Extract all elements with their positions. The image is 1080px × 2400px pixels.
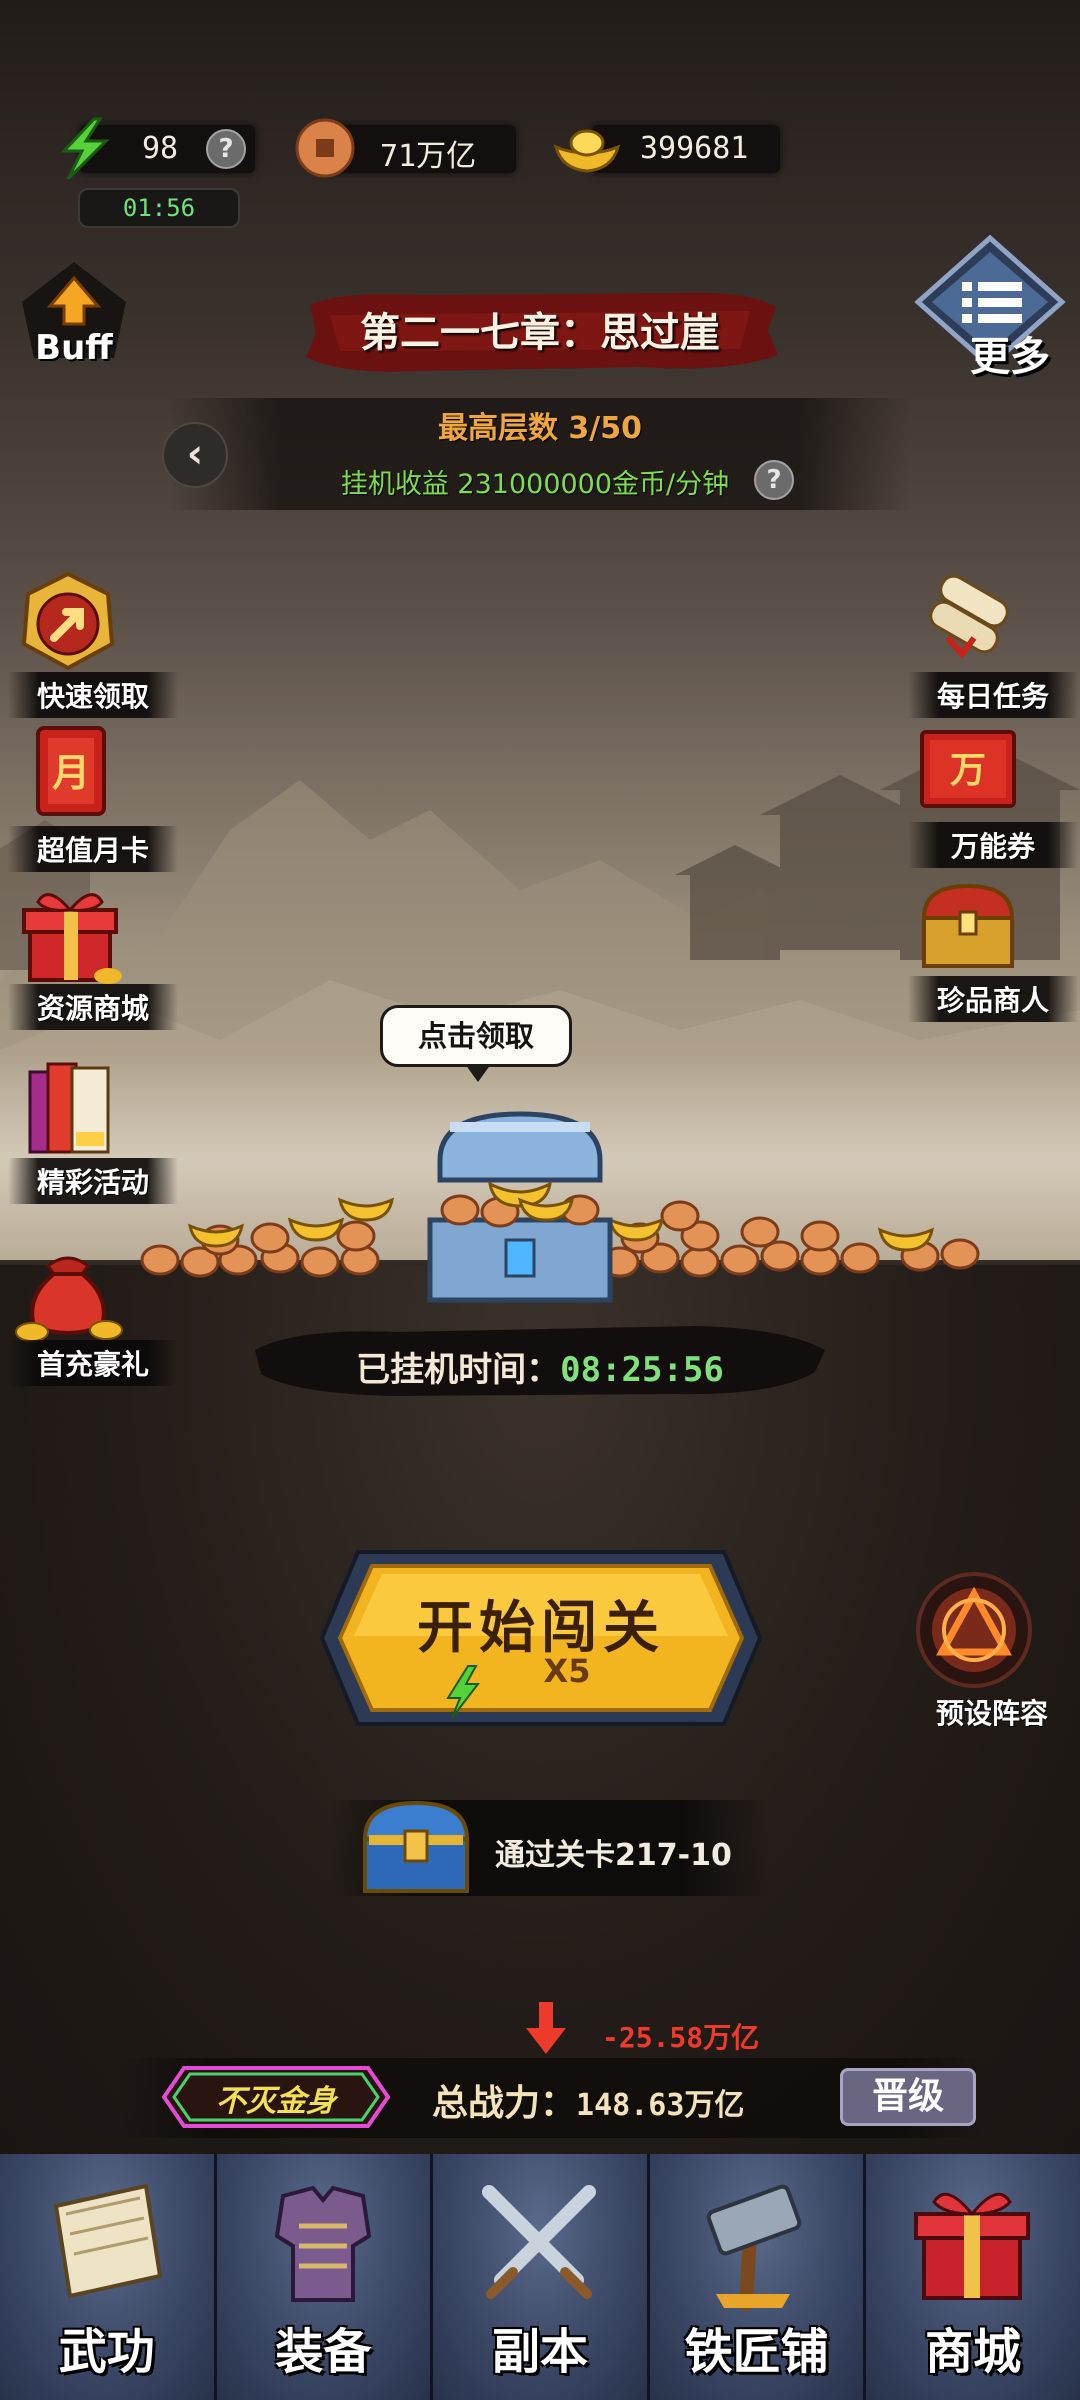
quick-claim-icon bbox=[21, 571, 115, 671]
idle-income-text: 挂机收益 231000000金币/分钟 bbox=[340, 469, 730, 500]
quick-claim-button[interactable]: 快速领取 bbox=[8, 568, 178, 718]
upgrade-button[interactable]: 晋级 bbox=[840, 2068, 976, 2126]
nav-store[interactable]: 商城 bbox=[866, 2154, 1080, 2400]
month-card-button[interactable]: 月 超值月卡 bbox=[8, 722, 178, 872]
lightning-icon bbox=[60, 117, 110, 181]
gift-box-icon bbox=[914, 2192, 1031, 2300]
buff-button[interactable]: Buff bbox=[14, 258, 134, 378]
claim-tooltip[interactable]: 点击领取 bbox=[380, 1005, 572, 1082]
preset-formation-label: 预设阵容 bbox=[935, 1697, 1048, 1730]
idle-time-label: 已挂机时间： bbox=[356, 1350, 561, 1390]
copper-value: 71万亿 bbox=[380, 139, 477, 174]
quick-claim-label: 快速领取 bbox=[8, 672, 178, 718]
nav-equipment-label: 装备 bbox=[275, 2324, 372, 2380]
month-card-glyph: 月 bbox=[52, 750, 90, 795]
gift-box-icon bbox=[22, 893, 122, 984]
more-button[interactable]: 更多 bbox=[910, 232, 1070, 392]
copper-resource: 71万亿 bbox=[292, 117, 522, 181]
formation-icon bbox=[916, 1572, 1032, 1688]
nav-blacksmith[interactable]: 铁匠铺 bbox=[649, 2154, 867, 2400]
gold-ingot-icon bbox=[553, 129, 621, 173]
buff-label: Buff bbox=[35, 328, 113, 368]
nav-blacksmith-label: 铁匠铺 bbox=[684, 2324, 829, 2380]
total-power: 总战力：148.63万亿 bbox=[432, 2074, 744, 2126]
month-card-label: 超值月卡 bbox=[8, 826, 178, 872]
gold-resource: 399681 bbox=[552, 117, 782, 181]
more-label: 更多 bbox=[970, 333, 1050, 380]
resource-store-button[interactable]: 资源商城 bbox=[8, 880, 178, 1030]
nav-martial-arts[interactable]: 武功 bbox=[0, 2154, 217, 2400]
nav-dungeon[interactable]: 副本 bbox=[433, 2154, 650, 2400]
rare-merchant-label: 珍品商人 bbox=[908, 976, 1078, 1022]
start-cost: X5 bbox=[543, 1652, 591, 1690]
voucher-button[interactable]: 万 万能券 bbox=[908, 718, 1078, 868]
nav-equipment[interactable]: 装备 bbox=[216, 2154, 434, 2400]
energy-timer: 01:56 bbox=[78, 188, 240, 228]
scroll-icon bbox=[929, 574, 1009, 659]
copper-coin-icon bbox=[295, 118, 355, 178]
voucher-icon: 万 bbox=[920, 730, 1016, 808]
income-help-button[interactable]: ? bbox=[754, 460, 794, 500]
preset-formation-button[interactable]: 预设阵容 bbox=[912, 1568, 1072, 1732]
chapter-title: 第二一七章：思过崖 bbox=[360, 309, 720, 356]
power-decrease-arrow-icon bbox=[526, 2002, 566, 2054]
back-button[interactable]: ‹ bbox=[162, 422, 228, 488]
idle-time-display: 已挂机时间：08:25:56 bbox=[255, 1342, 825, 1391]
activity-books-icon bbox=[28, 1062, 110, 1154]
resource-store-label: 资源商城 bbox=[8, 984, 178, 1030]
nav-martial-arts-label: 武功 bbox=[58, 2324, 155, 2380]
total-power-label: 总战力： bbox=[432, 2083, 577, 2124]
nav-store-label: 商城 bbox=[925, 2324, 1022, 2380]
idle-time-value: 08:25:56 bbox=[560, 1350, 724, 1390]
idle-reward-chest[interactable] bbox=[420, 1100, 620, 1310]
stage-reward-text: 通过关卡217-10 bbox=[495, 1838, 732, 1873]
energy-value: 98 bbox=[142, 131, 179, 166]
bottom-navigation: 武功 装备 副本 铁匠铺 商城 bbox=[0, 2154, 1080, 2400]
total-power-value: 148.63万亿 bbox=[576, 2088, 745, 2123]
hammer-icon bbox=[706, 2184, 802, 2311]
gold-value: 399681 bbox=[640, 131, 749, 166]
game-scene: 98 ? 01:56 71万亿 399681 Buff 更多 第二一七章：思过崖… bbox=[0, 0, 1080, 2400]
energy-resource: 98 ? bbox=[50, 117, 260, 181]
title-badge-text: 不灭金身 bbox=[216, 2084, 336, 2119]
armor-icon bbox=[274, 2185, 371, 2302]
treasure-chest-icon bbox=[921, 883, 1015, 968]
daily-tasks-button[interactable]: 每日任务 bbox=[908, 568, 1078, 718]
voucher-label: 万能券 bbox=[908, 822, 1078, 868]
crossed-swords-icon bbox=[482, 2185, 597, 2299]
energy-help-button[interactable]: ? bbox=[206, 129, 246, 169]
money-bag-icon bbox=[15, 1256, 123, 1342]
daily-tasks-label: 每日任务 bbox=[908, 672, 1078, 718]
rare-merchant-button[interactable]: 珍品商人 bbox=[908, 872, 1078, 1022]
first-recharge-label: 首充豪礼 bbox=[8, 1340, 178, 1386]
month-card-icon: 月 bbox=[36, 726, 106, 816]
nav-dungeon-label: 副本 bbox=[491, 2324, 588, 2380]
max-floor-text: 最高层数 3/50 bbox=[437, 411, 643, 446]
martial-scroll-icon bbox=[53, 2183, 163, 2299]
voucher-glyph: 万 bbox=[950, 749, 986, 791]
power-delta: -25.58万亿 bbox=[602, 2021, 760, 2054]
blue-chest-icon[interactable] bbox=[355, 1795, 477, 1899]
